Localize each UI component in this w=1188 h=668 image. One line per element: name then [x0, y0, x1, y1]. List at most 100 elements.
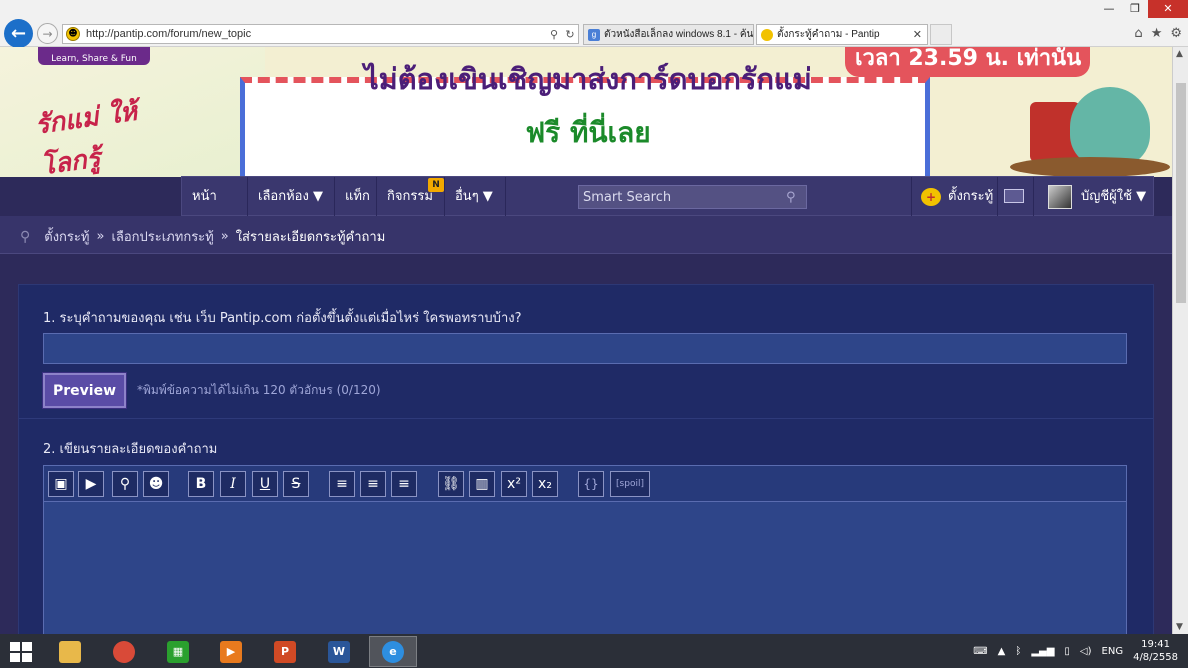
pantip-favicon-icon: [761, 28, 773, 41]
breadcrumb-separator: »: [220, 229, 229, 244]
close-tab-icon[interactable]: ✕: [913, 28, 922, 41]
chrome-icon: [113, 640, 135, 663]
spoil-button[interactable]: [spoil]: [610, 471, 650, 497]
nav-home[interactable]: หน้าแรก: [182, 177, 248, 244]
section-divider: [19, 418, 1153, 419]
bold-button[interactable]: B: [188, 471, 214, 497]
editor-toolbar: ▣ ▶ ⚲ ☻ B I U S ≡ ≡ ≡ ⛓ ▥ x² x₂ {} [spoi…: [43, 465, 1127, 502]
preview-button[interactable]: Preview: [42, 372, 127, 409]
favorites-star-icon[interactable]: ★: [1151, 26, 1163, 41]
window-controls: — ❐ ✕: [1096, 0, 1188, 18]
taskbar-internet-explorer[interactable]: e: [369, 636, 417, 667]
italic-button[interactable]: I: [220, 471, 246, 497]
home-icon[interactable]: ⌂: [1134, 26, 1142, 41]
align-left-icon[interactable]: ≡: [329, 471, 355, 497]
insert-map-pin-icon[interactable]: ⚲: [112, 471, 138, 497]
align-center-icon[interactable]: ≡: [360, 471, 386, 497]
close-window-button[interactable]: ✕: [1148, 0, 1188, 18]
restore-button[interactable]: ❐: [1122, 0, 1148, 18]
breadcrumb-separator: »: [96, 229, 105, 244]
windows-taskbar: ▦ ▶ P W e ⌨ ▲ ᛒ ▂▄▆ ▯ ◁) ENG 19:41 4/8/2…: [0, 634, 1188, 668]
site-favicon-icon: ☻: [66, 27, 80, 41]
main-navbar: หน้าแรก เลือกห้อง ▼ แท็ก กิจกรรม N อื่นๆ…: [181, 176, 1155, 244]
ground-illustration: [1010, 157, 1170, 177]
align-right-icon[interactable]: ≡: [391, 471, 417, 497]
new-post-icon: +: [921, 188, 941, 206]
new-topic-form: 1. ระบุคำถามของคุณ เช่น เว็บ Pantip.com …: [18, 284, 1154, 651]
vertical-scrollbar[interactable]: ▲ ▼: [1172, 47, 1188, 634]
breadcrumb-item[interactable]: เลือกประเภทกระทู้: [111, 226, 213, 247]
nav-tag[interactable]: แท็ก: [335, 177, 377, 217]
bluetooth-icon[interactable]: ᛒ: [1015, 646, 1021, 657]
new-badge: N: [428, 178, 444, 192]
insert-emoticon-icon[interactable]: ☻: [143, 471, 169, 497]
taskbar-media-player[interactable]: ▶: [207, 636, 255, 667]
clock-time: 19:41: [1141, 639, 1170, 650]
address-bar[interactable]: ☻ http://pantip.com/forum/new_topic ⚲ ↻: [62, 24, 579, 44]
horizontal-rule-icon[interactable]: ▥: [469, 471, 495, 497]
clock-date: 4/8/2558: [1133, 652, 1178, 663]
clock[interactable]: 19:41 4/8/2558: [1133, 638, 1178, 664]
minimize-button[interactable]: —: [1096, 0, 1122, 18]
taskbar-chrome[interactable]: [100, 636, 148, 667]
tray-expand-icon[interactable]: ▲: [998, 646, 1006, 657]
scroll-thumb[interactable]: [1176, 83, 1186, 303]
banner-subline: ฟรี ที่นี่เลย: [525, 116, 651, 149]
question-title-input[interactable]: [43, 333, 1127, 364]
breadcrumb: ⚲ ตั้งกระทู้ » เลือกประเภทกระทู้ » ใส่รา…: [20, 226, 385, 247]
new-tab-button[interactable]: [930, 24, 952, 45]
breadcrumb-bar: ⚲ ตั้งกระทู้ » เลือกประเภทกระทู้ » ใส่รา…: [0, 216, 1172, 254]
insert-video-icon[interactable]: ▶: [78, 471, 104, 497]
user-account-menu[interactable]: บัญชีผู้ใช้ ▼: [1033, 177, 1155, 217]
post-topic-label: ตั้งกระทู้: [948, 189, 994, 204]
battery-icon[interactable]: ▯: [1064, 646, 1070, 657]
settings-gear-icon[interactable]: ⚙: [1170, 26, 1182, 41]
post-topic-button[interactable]: + ตั้งกระทู้: [911, 177, 998, 217]
browser-toolbar-icons: ⌂ ★ ⚙: [1134, 26, 1182, 41]
search-icon[interactable]: ⚲: [786, 190, 806, 205]
browser-tab[interactable]: g ตัวหนังสือเล็กลง windows 8.1 - ค้น...: [583, 24, 754, 45]
nav-select-room[interactable]: เลือกห้อง ▼: [248, 177, 335, 217]
search-icon[interactable]: ⚲: [546, 28, 562, 41]
mail-icon[interactable]: [1004, 189, 1024, 203]
taskbar-file-explorer[interactable]: [46, 636, 94, 667]
taskbar-powerpoint[interactable]: P: [261, 636, 309, 667]
language-indicator[interactable]: ENG: [1102, 646, 1124, 657]
browser-tab-active[interactable]: ตั้งกระทู้คำถาม - Pantip ✕: [756, 24, 928, 45]
tab-label: ตั้งกระทู้คำถาม - Pantip: [777, 29, 880, 40]
avatar: [1048, 185, 1072, 209]
insert-link-icon[interactable]: ⛓: [438, 471, 464, 497]
back-button[interactable]: ←: [4, 19, 33, 48]
signal-icon[interactable]: ▂▄▆: [1031, 646, 1054, 657]
volume-icon[interactable]: ◁): [1080, 646, 1092, 657]
breadcrumb-current: ใส่รายละเอียดกระทู้คำถาม: [235, 230, 386, 245]
arrow-left-icon: ←: [10, 23, 27, 44]
address-url[interactable]: http://pantip.com/forum/new_topic: [86, 28, 546, 40]
promo-banner[interactable]: Learn, Share & Fun รักแม่ ให้โลกรู้ ไม่ต…: [0, 47, 1188, 177]
banner-headline: ไม่ต้องเขินเชิญมาส่งการ์ดบอกรักแม่: [364, 62, 812, 96]
char-limit-hint: *พิมพ์ข้อความได้ไม่เกิน 120 ตัวอักษร (0/…: [137, 383, 381, 397]
keyboard-icon[interactable]: ⌨: [973, 646, 987, 657]
forward-button[interactable]: →: [37, 23, 58, 44]
scroll-down-icon[interactable]: ▼: [1176, 622, 1183, 632]
windows-start-icon[interactable]: [10, 642, 34, 662]
insert-image-icon[interactable]: ▣: [48, 471, 74, 497]
nav-other[interactable]: อื่นๆ ▼: [445, 177, 506, 217]
word-icon: W: [328, 640, 350, 663]
taskbar-store[interactable]: ▦: [154, 636, 202, 667]
scroll-up-icon[interactable]: ▲: [1176, 49, 1183, 59]
strikethrough-button[interactable]: S: [283, 471, 309, 497]
taskbar-word[interactable]: W: [315, 636, 363, 667]
tab-label: ตัวหนังสือเล็กลง windows 8.1 - ค้น...: [604, 29, 754, 40]
question-title-label: 1. ระบุคำถามของคุณ เช่น เว็บ Pantip.com …: [43, 311, 522, 326]
superscript-icon[interactable]: x²: [501, 471, 527, 497]
user-account-label: บัญชีผู้ใช้ ▼: [1081, 189, 1147, 204]
subscript-icon[interactable]: x₂: [532, 471, 558, 497]
search-input[interactable]: [579, 189, 786, 205]
code-button[interactable]: {}: [578, 471, 604, 497]
underline-button[interactable]: U: [252, 471, 278, 497]
breadcrumb-item[interactable]: ตั้งกระทู้: [44, 226, 89, 247]
detail-editor-textarea[interactable]: [43, 501, 1127, 651]
pantip-logo[interactable]: Learn, Share & Fun: [38, 47, 150, 65]
refresh-icon[interactable]: ↻: [562, 28, 578, 41]
